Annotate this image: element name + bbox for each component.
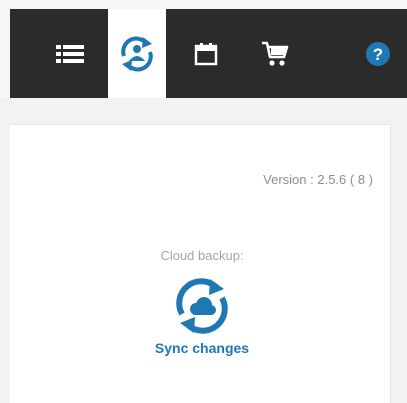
calendar-icon xyxy=(194,42,218,65)
account-sync-icon xyxy=(121,36,153,71)
help-button[interactable]: ? xyxy=(360,9,396,98)
cloud-backup-label: Cloud backup: xyxy=(160,248,244,263)
help-icon: ? xyxy=(366,41,390,66)
account-sync-button[interactable] xyxy=(108,9,166,98)
cart-button[interactable] xyxy=(248,9,302,98)
cloud-sync-icon xyxy=(176,278,228,334)
cart-icon xyxy=(262,41,289,66)
calendar-button[interactable] xyxy=(180,9,232,98)
svg-text:?: ? xyxy=(373,45,383,64)
list-icon xyxy=(56,44,84,63)
version-label: Version : 2.5.6 ( 8 ) xyxy=(263,172,373,187)
list-button[interactable] xyxy=(40,9,100,98)
sync-changes-button[interactable]: Sync changes xyxy=(112,276,292,366)
sync-changes-label: Sync changes xyxy=(154,340,250,356)
top-toolbar: ? xyxy=(0,0,407,98)
